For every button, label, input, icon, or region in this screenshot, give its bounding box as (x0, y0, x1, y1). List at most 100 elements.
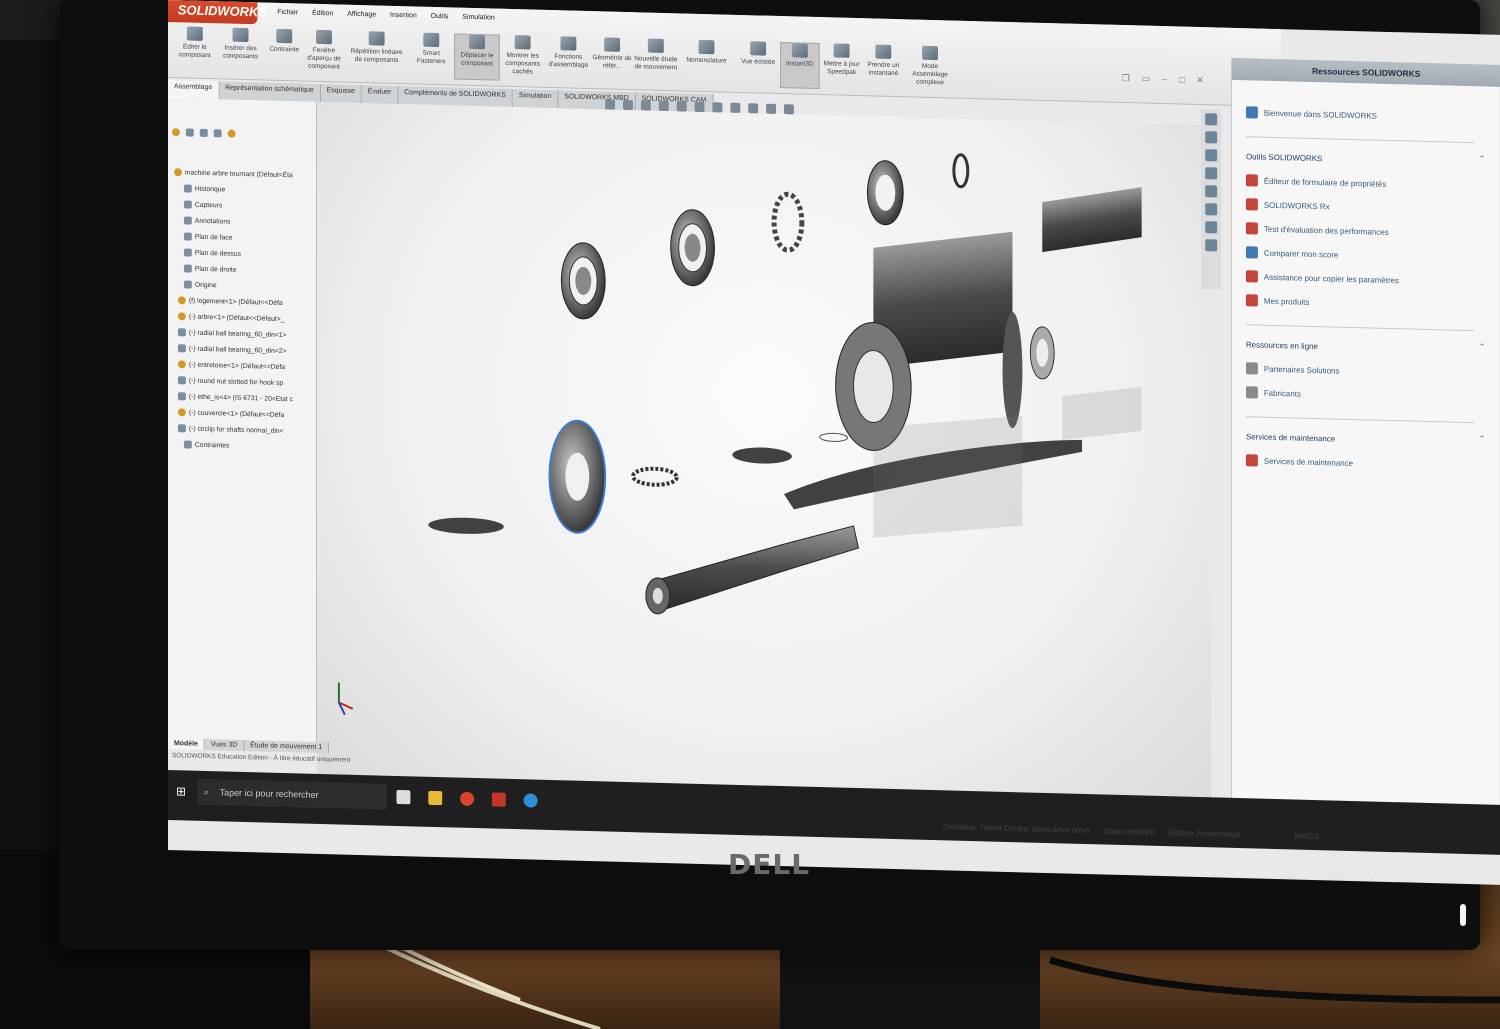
link-manufacturers[interactable]: Fabricants (1245, 386, 1301, 399)
tree-item[interactable]: (-) radial ball bearing_60_din<2> (177, 344, 286, 355)
shaft[interactable] (645, 521, 860, 620)
exploded-assembly-view[interactable] (317, 102, 1211, 825)
show-hidden-button[interactable]: Montrer les composants cachés (500, 35, 546, 82)
chevron-up-icon[interactable]: ⌃ (1479, 154, 1486, 163)
solidworks-icon[interactable] (491, 792, 506, 807)
tab-model[interactable]: Modèle (168, 738, 205, 750)
tree-item[interactable]: (-) arbre<1> (Défaut<<Défaut>_ (177, 312, 284, 323)
linear-pattern-button[interactable]: Répétition linéaire de composants (347, 31, 407, 79)
link-copy-settings[interactable]: Assistance pour copier les paramètres (1245, 270, 1399, 286)
cover-flange[interactable] (548, 419, 607, 534)
menu-insertion[interactable]: Insertion (390, 12, 417, 20)
feature-manager-icon[interactable] (171, 128, 180, 137)
welcome-link[interactable]: Bienvenue dans SOLIDWORKS (1245, 106, 1377, 121)
tree-item[interactable]: Contraintes (183, 440, 229, 449)
close-icon[interactable]: ✕ (1196, 75, 1203, 86)
zoom-fit-icon[interactable] (605, 99, 616, 110)
view-orientation-icon[interactable] (694, 101, 705, 113)
new-motion-study-button[interactable]: Nouvelle étude de mouvement (633, 38, 679, 85)
tree-item[interactable]: Origine (183, 280, 217, 289)
bearing-2[interactable] (670, 209, 715, 287)
graphics-area[interactable] (317, 101, 1212, 826)
smart-fasteners-button[interactable]: Smart Fasteners (408, 32, 454, 79)
tree-item[interactable]: Plan de dessus (183, 248, 241, 257)
clock[interactable]: 09:39 23-03-21 (1317, 872, 1349, 885)
snapshot-button[interactable]: Prendre un instantané (863, 44, 903, 91)
move-component-button[interactable]: Déplacer le composant (454, 33, 500, 81)
home-icon[interactable] (1205, 113, 1218, 126)
tree-item[interactable]: Annotations (183, 216, 230, 225)
large-assembly-button[interactable]: Mode Assemblage complexe (907, 45, 953, 92)
tree-root[interactable]: machine arbre tournant (Défaut<Éta (173, 168, 293, 179)
config-manager-icon[interactable] (199, 128, 208, 138)
notification-icon[interactable]: ▭3 (1361, 875, 1374, 885)
forum-icon[interactable] (1205, 221, 1218, 234)
link-property-editor[interactable]: Éditeur de formulaire de propriétés (1245, 174, 1386, 190)
tab-3d-views[interactable]: Vues 3D (204, 738, 245, 751)
hide-show-icon[interactable] (730, 102, 741, 113)
network-icon[interactable]: ⌬ (1231, 873, 1239, 884)
tree-item[interactable]: (f) logement<1> (Défaut<<Défa (177, 296, 283, 307)
edge-icon[interactable] (523, 793, 538, 808)
link-rx[interactable]: SOLIDWORKS Rx (1245, 198, 1330, 212)
tree-item[interactable]: (-) circlip for shafts normal_din< (177, 424, 284, 435)
display-style-icon[interactable] (712, 102, 723, 113)
tree-item[interactable]: Capteurs (183, 200, 222, 209)
tree-item[interactable]: (-) round nut slotted for hook sp (177, 376, 283, 387)
preview-window-button[interactable]: Fenêtre d'aperçu de composant (301, 29, 347, 76)
menu-simulation[interactable]: Simulation (462, 14, 494, 22)
restore-icon[interactable]: ❐ (1122, 73, 1130, 84)
instant3d-button[interactable]: Instant3D (779, 42, 820, 90)
chevron-up-icon[interactable]: ⌃ (1479, 342, 1486, 351)
edit-component-button[interactable]: Éditer le composant (172, 26, 218, 73)
custom-properties-icon[interactable] (1205, 203, 1218, 216)
zoom-area-icon[interactable] (623, 99, 633, 111)
bom-button[interactable]: Nomenclature (679, 39, 735, 86)
link-partners[interactable]: Partenaires Solutions (1245, 362, 1339, 376)
assembly-features-button[interactable]: Fonctions d'assemblage (546, 36, 592, 83)
circlip[interactable] (952, 153, 970, 189)
minimize-icon[interactable]: – (1162, 74, 1167, 85)
menu-fichier[interactable]: Fichier (277, 9, 298, 17)
link-my-products[interactable]: Mes produits (1245, 294, 1309, 308)
library-icon[interactable] (1205, 239, 1218, 252)
link-performance-test[interactable]: Test d'évaluation des performances (1245, 222, 1389, 238)
menu-outils[interactable]: Outils (431, 13, 449, 20)
menu-edition[interactable]: Édition (312, 10, 333, 18)
view-settings-icon[interactable] (783, 104, 794, 115)
tab-esquisse[interactable]: Esquisse (320, 83, 362, 104)
tab-assemblage[interactable]: Assemblage (168, 80, 220, 100)
tree-item[interactable]: Plan de droite (183, 264, 237, 273)
apply-scene-icon[interactable] (766, 103, 777, 114)
tab-motion-study[interactable]: Étude de mouvement 1 (244, 739, 330, 754)
star-washer[interactable] (630, 466, 679, 487)
language-indicator[interactable]: FRA (1288, 875, 1306, 885)
maximize-icon[interactable]: □ (1179, 74, 1184, 85)
update-speedpak-button[interactable]: Mettre à jour Speedpak (822, 43, 862, 90)
spacer-sleeve[interactable] (1029, 184, 1142, 381)
taskbar-search[interactable]: ⌕ Taper ici pour rechercher (197, 778, 387, 810)
windows-start-icon[interactable]: ⊞ (176, 784, 186, 798)
tab-evaluer[interactable]: Évaluer (361, 85, 399, 105)
volume-muted-icon[interactable]: 🔇︎ (1250, 874, 1256, 885)
lock-washer[interactable] (771, 191, 805, 253)
appearances-icon[interactable] (1205, 185, 1218, 198)
tree-item[interactable]: (-) ethe_is<4> (IS 6731 - 20<Etat c (177, 392, 293, 403)
slotted-nut[interactable] (866, 160, 904, 226)
design-library-icon[interactable] (1205, 131, 1218, 144)
task-view-icon[interactable] (396, 789, 411, 805)
tree-item[interactable]: (-) couvercle<1> (Défaut<<Défa (177, 408, 284, 419)
property-manager-icon[interactable] (185, 128, 194, 137)
exploded-view-button[interactable]: Vue éclatée (738, 41, 778, 88)
link-maintenance[interactable]: Services de maintenance (1245, 454, 1353, 469)
chevron-up-icon[interactable]: ⌃ (1479, 434, 1486, 443)
globe-icon[interactable]: ◍ (1268, 874, 1276, 885)
tree-item[interactable]: (-) radial ball bearing_60_din<1> (177, 328, 286, 339)
bearing-1[interactable] (560, 242, 606, 320)
reference-geometry-button[interactable]: Géométrie de référ... (589, 37, 635, 84)
file-explorer-icon[interactable] (428, 790, 443, 806)
link-compare-score[interactable]: Comparer mon score (1245, 246, 1338, 260)
menu-affichage[interactable]: Affichage (347, 11, 376, 19)
chrome-icon[interactable] (460, 791, 474, 807)
edit-appearance-icon[interactable] (748, 103, 759, 114)
